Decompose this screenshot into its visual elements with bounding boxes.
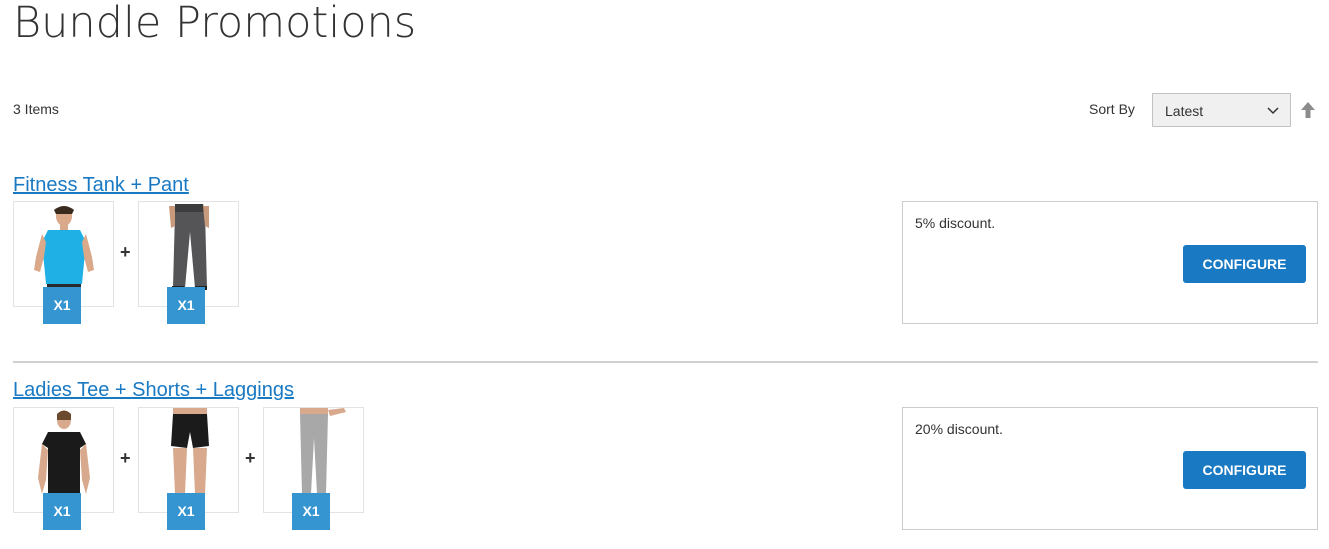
plus-separator: + bbox=[120, 242, 131, 262]
quantity-badge: X1 bbox=[43, 493, 81, 530]
chevron-down-icon bbox=[1267, 107, 1279, 115]
page-title: Bundle Promotions bbox=[13, 0, 417, 48]
sort-by-value: Latest bbox=[1165, 103, 1204, 119]
sort-by-label: Sort By bbox=[1089, 101, 1135, 117]
discount-text: 20% discount. bbox=[915, 421, 1003, 437]
discount-text: 5% discount. bbox=[915, 215, 996, 231]
plus-separator: + bbox=[120, 448, 131, 468]
configure-button[interactable]: CONFIGURE bbox=[1183, 245, 1306, 283]
sort-by-select[interactable]: Latest bbox=[1152, 93, 1291, 127]
plus-separator: + bbox=[245, 448, 256, 468]
quantity-badge: X1 bbox=[292, 493, 330, 530]
bundle-divider bbox=[13, 361, 1318, 363]
configure-button[interactable]: CONFIGURE bbox=[1183, 451, 1306, 489]
toolbar-amount: 3 Items bbox=[13, 101, 59, 117]
bundle-promo-box: 20% discount. CONFIGURE bbox=[902, 407, 1318, 530]
sort-ascending-arrow-icon[interactable] bbox=[1300, 101, 1316, 119]
quantity-badge: X1 bbox=[167, 287, 205, 324]
quantity-badge: X1 bbox=[43, 287, 81, 324]
bundle-title-link[interactable]: Fitness Tank + Pant bbox=[13, 174, 189, 197]
bundle-title-link[interactable]: Ladies Tee + Shorts + Laggings bbox=[13, 379, 294, 402]
quantity-badge: X1 bbox=[167, 493, 205, 530]
bundle-promo-box: 5% discount. CONFIGURE bbox=[902, 201, 1318, 324]
